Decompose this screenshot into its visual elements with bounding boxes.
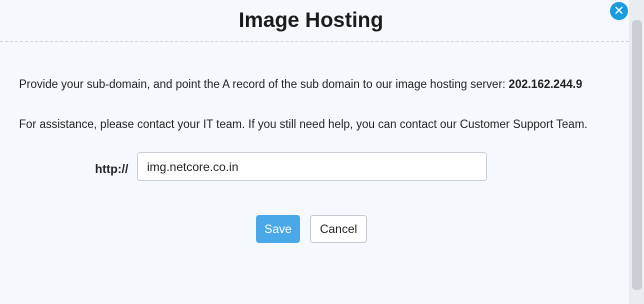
- scrollbar-thumb[interactable]: [632, 20, 642, 290]
- url-prefix-label: http://: [95, 162, 129, 176]
- image-hosting-dialog: ✕ Image Hosting Provide your sub-domain,…: [0, 0, 629, 304]
- instructions-body: Provide your sub-domain, and point the A…: [19, 79, 509, 91]
- instructions-text: Provide your sub-domain, and point the A…: [19, 79, 582, 91]
- subdomain-input[interactable]: [137, 152, 487, 181]
- cancel-button[interactable]: Cancel: [310, 215, 367, 243]
- assistance-text: For assistance, please contact your IT t…: [19, 119, 588, 131]
- header-divider: [0, 41, 629, 42]
- server-ip: 202.162.244.9: [508, 79, 583, 91]
- save-button[interactable]: Save: [256, 215, 300, 243]
- dialog-title: Image Hosting: [238, 9, 384, 32]
